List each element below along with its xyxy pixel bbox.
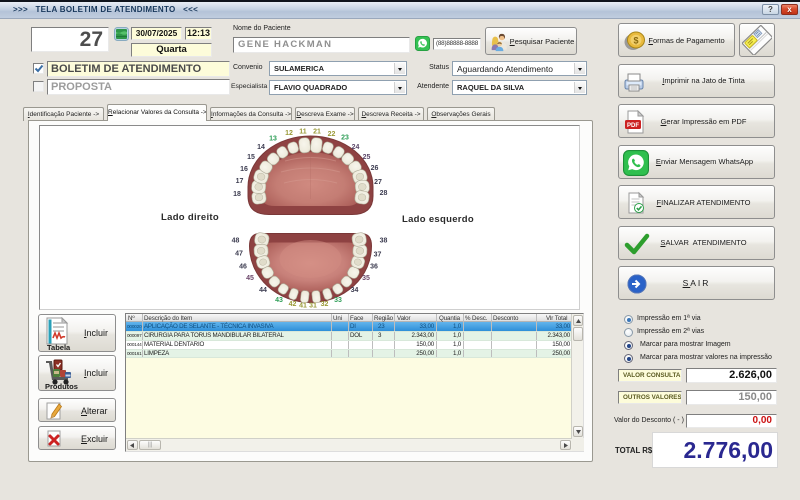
svg-text:34: 34 [351, 287, 359, 294]
svg-text:PDF: PDF [627, 123, 639, 129]
svg-text:43: 43 [275, 297, 283, 304]
svg-text:22: 22 [328, 131, 336, 138]
svg-text:47: 47 [235, 251, 243, 258]
svg-text:41: 41 [299, 303, 307, 310]
svg-text:12: 12 [285, 130, 293, 137]
svg-text:28: 28 [380, 190, 388, 197]
svg-text:26: 26 [371, 165, 379, 172]
svg-text:11: 11 [299, 129, 307, 136]
svg-text:24: 24 [352, 144, 360, 151]
svg-text:27: 27 [374, 179, 382, 186]
svg-text:14: 14 [257, 144, 265, 151]
svg-text:42: 42 [289, 301, 297, 308]
svg-text:Lado esquerdo: Lado esquerdo [402, 214, 474, 225]
svg-text:31: 31 [309, 303, 317, 310]
svg-text:48: 48 [232, 238, 240, 245]
svg-text:18: 18 [233, 191, 241, 198]
svg-text:37: 37 [374, 252, 382, 259]
svg-text:46: 46 [239, 264, 247, 271]
svg-text:21: 21 [313, 129, 321, 136]
svg-text:17: 17 [236, 178, 244, 185]
svg-text:15: 15 [247, 154, 255, 161]
svg-text:36: 36 [370, 264, 378, 271]
svg-text:32: 32 [321, 301, 329, 308]
svg-text:33: 33 [334, 297, 342, 304]
svg-text:Lado direito: Lado direito [161, 212, 219, 223]
svg-text:35: 35 [362, 275, 370, 282]
svg-text:38: 38 [380, 238, 388, 245]
svg-text:44: 44 [259, 287, 267, 294]
svg-text:23: 23 [341, 135, 349, 142]
svg-text:13: 13 [269, 136, 277, 143]
svg-text:25: 25 [363, 154, 371, 161]
svg-text:$: $ [633, 35, 638, 45]
svg-text:16: 16 [240, 166, 248, 173]
svg-text:45: 45 [246, 275, 254, 282]
